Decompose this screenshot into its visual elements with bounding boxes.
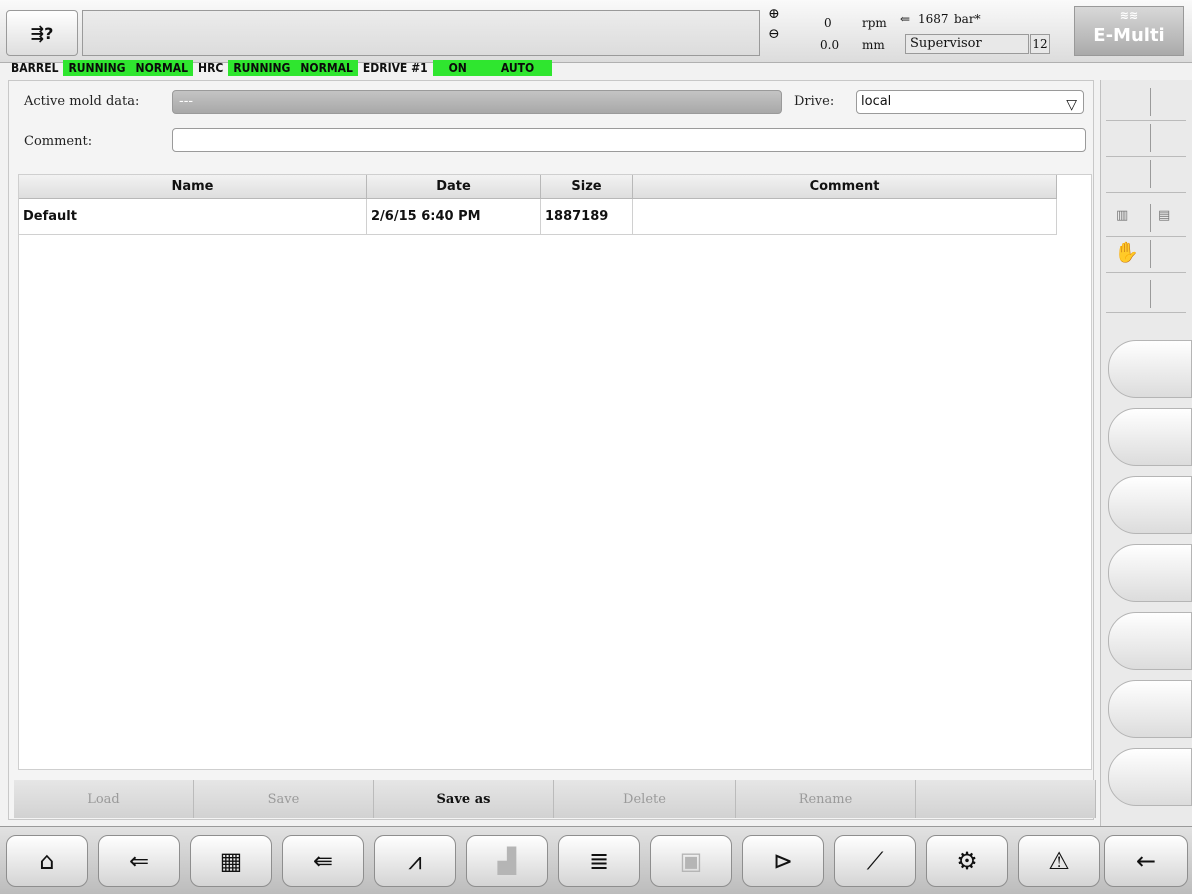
pressure-icon: ⇐ [900, 12, 911, 26]
cell-size[interactable]: 1887189 [541, 199, 633, 235]
drive-select[interactable]: local ▽ [856, 90, 1084, 114]
unit-icon[interactable]: ▤ [1158, 208, 1170, 223]
save-as-button[interactable]: Save as [374, 780, 554, 818]
settings-icon[interactable]: ⚙ [926, 835, 1008, 887]
barrel-icon[interactable]: ▦ [190, 835, 272, 887]
graph-icon[interactable]: ⟋ [834, 835, 916, 887]
column-header-name[interactable]: Name [19, 175, 367, 199]
empty-action-slot [916, 780, 1096, 818]
softkey-4[interactable] [1108, 544, 1192, 602]
sidebar-cell[interactable]: ▥ ▤ [1106, 200, 1186, 237]
screw-icon[interactable]: ⇚ [282, 835, 364, 887]
hand-mode-icon[interactable]: ✋ [1114, 240, 1139, 264]
mold-data-table: Name Date Size Comment Default 2/6/15 6:… [18, 174, 1092, 770]
active-mold-field: --- [172, 90, 782, 114]
pressure-unit: bar* [954, 12, 981, 26]
hot-runner-icon[interactable]: ▟ [466, 835, 548, 887]
back-arrow-icon[interactable]: ← [1104, 835, 1188, 887]
status-hrc-mode: NORMAL [295, 60, 358, 76]
sidebar-cell[interactable] [1106, 84, 1186, 121]
status-edrive-mode: AUTO [482, 60, 553, 76]
load-button[interactable]: Load [14, 780, 194, 818]
drive-label: Drive: [794, 94, 835, 109]
rename-button[interactable]: Rename [736, 780, 916, 818]
screw-position-icon: ⊖ [768, 26, 780, 42]
comment-label: Comment: [24, 134, 93, 149]
status-edrive: EDRIVE #1 [362, 61, 428, 75]
sidebar-cell[interactable] [1106, 120, 1186, 157]
comment-field[interactable] [172, 128, 1086, 152]
list-icon[interactable]: ≣ [558, 835, 640, 887]
softkey-2[interactable] [1108, 408, 1192, 466]
chevron-down-icon[interactable]: ▽ [1066, 94, 1077, 116]
sidebar-cell[interactable]: ✋ [1106, 236, 1186, 273]
cell-date[interactable]: 2/6/15 6:40 PM [367, 199, 541, 235]
status-barrel-state: RUNNING [63, 60, 131, 76]
heating-icon[interactable]: ⩘ [374, 835, 456, 887]
softkey-7[interactable] [1108, 748, 1192, 806]
user-name[interactable]: Supervisor [905, 34, 1029, 54]
sidebar-cell[interactable] [1106, 276, 1186, 313]
alarm-icon[interactable]: ⚠ [1018, 835, 1100, 887]
status-barrel: BARREL [11, 61, 59, 75]
pressure-value: 1687 [918, 12, 949, 26]
status-edrive-power: ON [432, 60, 483, 76]
position-unit: mm [862, 38, 885, 52]
softkey-5[interactable] [1108, 612, 1192, 670]
softkey-1[interactable] [1108, 340, 1192, 398]
screw-speed-unit: rpm [862, 16, 887, 30]
cell-name[interactable]: Default [19, 199, 367, 235]
column-header-comment[interactable]: Comment [633, 175, 1057, 199]
bottom-navigation: ⌂ ⇐ ▦ ⇚ ⩘ ▟ ≣ ▣ ⊳ ⟋ ⚙ ⚠ ← [0, 826, 1192, 894]
status-barrel-mode: NORMAL [130, 60, 194, 76]
e-multi-logo: ≋≋ E-Multi [1074, 6, 1184, 56]
sidebar-cell[interactable] [1106, 156, 1186, 193]
softkey-6[interactable] [1108, 680, 1192, 738]
cell-comment[interactable] [633, 199, 1057, 235]
column-header-date[interactable]: Date [367, 175, 541, 199]
action-bar: Load Save Save as Delete Rename [14, 780, 1096, 818]
delete-button[interactable]: Delete [554, 780, 736, 818]
column-header-size[interactable]: Size [541, 175, 633, 199]
drive-value: local [861, 94, 892, 109]
mold-icon[interactable]: ▣ [650, 835, 732, 887]
save-button[interactable]: Save [194, 780, 374, 818]
help-button[interactable]: ⇶? [6, 10, 78, 56]
home-icon[interactable]: ⌂ [6, 835, 88, 887]
active-mold-label: Active mold data: [24, 94, 140, 109]
injection-unit-icon[interactable]: ⇐ [98, 835, 180, 887]
status-hrc-state: RUNNING [228, 60, 296, 76]
message-box [82, 10, 760, 56]
user-level: 12 [1030, 34, 1050, 54]
softkey-3[interactable] [1108, 476, 1192, 534]
status-hrc: HRC [198, 61, 224, 75]
screw-speed-value: 0 [824, 16, 832, 30]
help-icon: ⇶? [30, 23, 54, 43]
machine-status-strip: BARREL RUNNING NORMAL HRC RUNNING NORMAL… [6, 60, 553, 76]
heater-icon[interactable]: ▥ [1116, 208, 1128, 223]
ejector-icon[interactable]: ⊳ [742, 835, 824, 887]
position-value: 0.0 [820, 38, 840, 52]
screw-rotation-icon: ⊕ [768, 6, 780, 22]
